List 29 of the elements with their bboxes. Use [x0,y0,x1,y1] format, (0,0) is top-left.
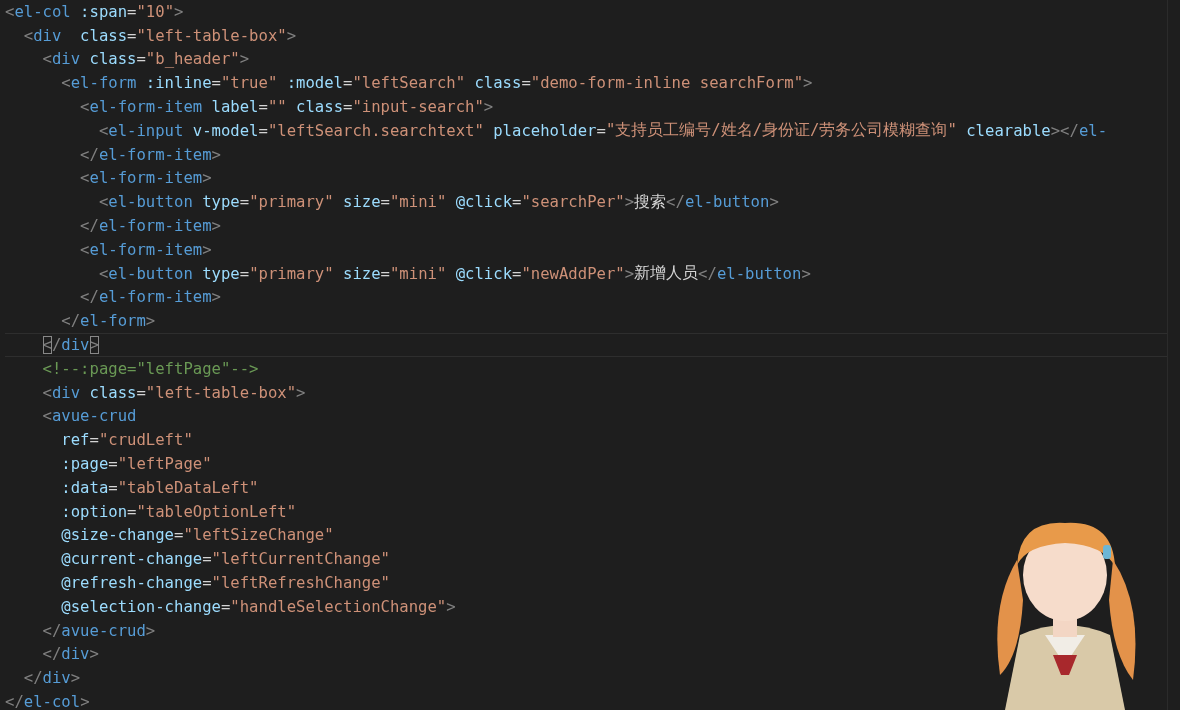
code-line: @selection-change="handleSelectionChange"> [60,596,457,618]
code-line: :data="tableDataLeft" [60,477,260,499]
code-line: </el-form-item> [79,144,222,166]
code-line: </div> [41,644,100,666]
code-line: ref="crudLeft" [60,430,194,452]
code-line: <el-form :inline="true" :model="leftSearch" class="demo-form-inline searchForm"> [60,73,814,95]
code-line: <div class="left-table-box"> [22,25,298,47]
code-line: <avue-crud [41,406,138,428]
code-line: <el-form-item> [79,168,213,190]
code-line: </el-col> [5,692,91,710]
code-line: <el-button type="primary" size="mini" @click="searchPer">搜索</el-button> [97,191,780,214]
code-line: @size-change="leftSizeChange" [60,525,335,547]
code-line: <el-input v-model="leftSearch.searchtext" placeholder="支持员工编号/姓名/身份证/劳务公司模糊查询" clearable></el- [97,120,1109,142]
code-line: <el-button type="primary" size="mini" @click="newAddPer">新增人员</el-button> [97,263,812,285]
code-line: <el-col :span="10"> [5,1,185,23]
code-line: </el-form-item> [79,216,222,238]
code-line: @refresh-change="leftRefreshChange" [60,573,391,594]
code-line: :option="tableOptionLeft" [60,501,298,523]
code-line: <div class="left-table-box"> [41,382,307,404]
code-line: <!--:page="leftPage"--> [41,358,260,380]
code-line: </avue-crud> [41,620,157,642]
code-line: <div class="b_header"> [41,49,251,71]
code-line: @current-change="leftCurrentChange" [60,549,391,571]
code-line: </el-form> [60,311,157,333]
code-line: :page="leftPage" [60,454,213,476]
code-line: <el-form-item label="" class="input-search"> [79,97,495,119]
code-line: </el-form-item> [79,287,222,309]
code-line: <el-form-item> [79,239,213,261]
code-line: </div> [22,668,82,690]
